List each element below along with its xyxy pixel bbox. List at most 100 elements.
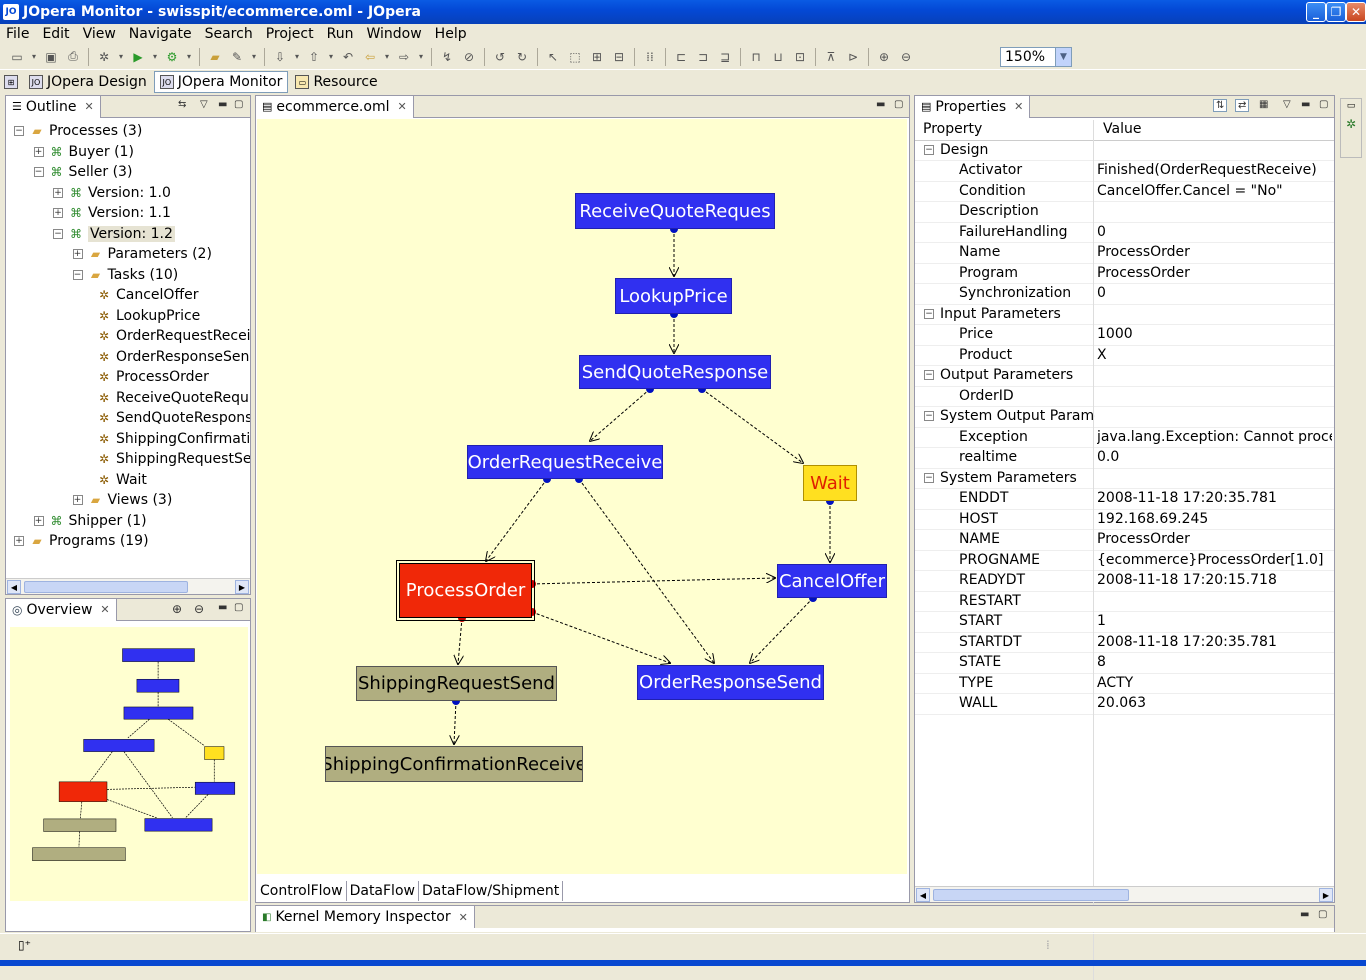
maximize-view-icon[interactable]: ▢	[894, 99, 903, 110]
zoom-in-icon[interactable]: ⊕	[172, 602, 182, 616]
property-row[interactable]: READYDT 2008-11-18 17:20:15.718	[915, 571, 1334, 592]
close-icon[interactable]: ✕	[397, 100, 406, 113]
next-annotation-icon[interactable]: ⇩	[271, 48, 289, 66]
property-value[interactable]: 2008-11-18 17:20:35.781	[1097, 490, 1332, 506]
back-icon[interactable]: ⇦	[361, 48, 379, 66]
property-value[interactable]: ProcessOrder	[1097, 531, 1332, 547]
connect-icon[interactable]: ⊞	[588, 48, 606, 66]
expand-icon[interactable]: +	[33, 515, 44, 526]
property-row[interactable]: realtime 0.0	[915, 448, 1334, 469]
collapse-icon[interactable]: −	[924, 308, 934, 319]
zoom-out-icon[interactable]: ⊖	[194, 602, 204, 616]
expand-icon[interactable]: +	[72, 249, 83, 259]
property-value[interactable]: 0	[1097, 224, 1332, 240]
tree-item[interactable]: ✲ CancelOffer	[92, 285, 199, 305]
collapse-icon[interactable]: −	[924, 370, 934, 380]
property-value[interactable]: ProcessOrder	[1097, 265, 1332, 281]
align-bottom-icon[interactable]: ⊡	[791, 48, 809, 66]
property-row[interactable]: START 1	[915, 612, 1334, 633]
edge-orr-ors[interactable]	[578, 478, 714, 663]
debug-icon[interactable]: ✲	[95, 48, 113, 66]
property-row[interactable]: Description	[915, 202, 1334, 223]
tree-item[interactable]: − ⌘ Version: 1.2	[53, 224, 175, 244]
zoom-out-icon[interactable]: ⊖	[897, 48, 915, 66]
edge-sqr-wait[interactable]	[701, 388, 803, 463]
sync-icon[interactable]: ⇆	[178, 99, 186, 110]
dropdown-icon[interactable]: ▾	[250, 48, 258, 66]
tree-item[interactable]: + ▰ Parameters (2)	[72, 244, 212, 264]
property-value[interactable]: 0	[1097, 285, 1332, 301]
tab-properties[interactable]: ▤ Properties ✕	[915, 95, 1031, 118]
dropdown-icon[interactable]: ▾	[383, 48, 391, 66]
property-row[interactable]: Condition CancelOffer.Cancel = "No"	[915, 182, 1334, 202]
edge-co-ors[interactable]	[750, 597, 814, 663]
task-node-lp[interactable]: LookupPrice	[615, 278, 732, 314]
expand-icon[interactable]: +	[14, 536, 24, 546]
maximize-icon[interactable]: ❐	[1326, 2, 1346, 22]
property-group[interactable]: − Output Parameters	[915, 366, 1334, 387]
task-node-po[interactable]: ProcessOrder	[396, 560, 535, 621]
minimize-view-icon[interactable]: ▬	[218, 99, 227, 110]
tree-item[interactable]: + ⌘ Buyer (1)	[33, 142, 134, 162]
tree-item[interactable]: ✲ ReceiveQuoteRequ	[92, 388, 249, 408]
tree-item[interactable]: ✲ ProcessOrder	[92, 367, 209, 387]
scroll-thumb[interactable]	[933, 889, 1129, 901]
task-node-rqr[interactable]: ReceiveQuoteReques	[575, 193, 775, 229]
restore-icon[interactable]: ▭	[1341, 101, 1361, 111]
open-perspective-button[interactable]: ⊞	[0, 71, 22, 93]
property-row[interactable]: Exception java.lang.Exception: Cannot pro…	[915, 428, 1334, 448]
dropdown-icon[interactable]: ▾	[30, 48, 38, 66]
pencil-icon[interactable]: ✎	[228, 48, 246, 66]
dropdown-icon[interactable]: ▾	[185, 48, 193, 66]
property-value[interactable]: 8	[1097, 654, 1332, 670]
show-advanced-icon[interactable]: ⇄	[1235, 99, 1250, 112]
menu-project[interactable]: Project	[266, 26, 314, 42]
menu-navigate[interactable]: Navigate	[129, 26, 192, 42]
undo-icon[interactable]: ↺	[491, 48, 509, 66]
stop-icon[interactable]: ⊘	[460, 48, 478, 66]
match-width-icon[interactable]: ⊼	[822, 48, 840, 66]
property-row[interactable]: Activator Finished(OrderRequestReceive)	[915, 161, 1334, 182]
print-icon[interactable]: ⎙	[64, 48, 82, 66]
property-row[interactable]: STARTDT 2008-11-18 17:20:35.781	[915, 633, 1334, 653]
minimize-icon[interactable]: _	[1306, 2, 1326, 22]
minimize-view-icon[interactable]: ▬	[876, 99, 885, 110]
property-group[interactable]: − Input Parameters	[915, 305, 1334, 325]
task-node-scr[interactable]: ShippingConfirmationReceive	[325, 746, 583, 782]
property-row[interactable]: Product X	[915, 346, 1334, 366]
tab-ecommerce-oml[interactable]: ▤ ecommerce.oml ✕	[256, 95, 414, 118]
fast-view-icon[interactable]: ✲	[1341, 117, 1361, 131]
zoom-combo[interactable]: 150% ▼	[1000, 47, 1072, 67]
dropdown-icon[interactable]: ▾	[117, 48, 125, 66]
collapse-icon[interactable]: −	[72, 269, 83, 280]
close-icon[interactable]: ✕	[1014, 100, 1023, 113]
property-value[interactable]: 1	[1097, 613, 1332, 629]
scroll-left-icon[interactable]: ◀	[7, 580, 21, 594]
minimize-view-icon[interactable]: ▬	[1300, 909, 1309, 920]
collapse-icon[interactable]: −	[14, 126, 24, 136]
dropdown-icon[interactable]: ▾	[417, 48, 425, 66]
property-row[interactable]: RESTART	[915, 592, 1334, 612]
dropdown-icon[interactable]: ▾	[327, 48, 335, 66]
align-top-icon[interactable]: ⊓	[747, 48, 765, 66]
scroll-thumb[interactable]	[24, 581, 188, 593]
task-node-srs[interactable]: ShippingRequestSend	[356, 666, 557, 701]
forward-icon[interactable]: ⇨	[395, 48, 413, 66]
menu-run[interactable]: Run	[327, 26, 354, 42]
tree-item[interactable]: ✲ OrderResponseSen	[92, 347, 249, 367]
property-value[interactable]: 20.063	[1097, 695, 1332, 711]
minimize-view-icon[interactable]: ▬	[218, 602, 227, 613]
tree-item[interactable]: − ▰ Processes (3)	[14, 121, 142, 141]
maximize-view-icon[interactable]: ▢	[234, 602, 243, 613]
scroll-right-icon[interactable]: ▶	[1319, 888, 1333, 902]
open-folder-icon[interactable]: ▰	[206, 48, 224, 66]
redo-icon[interactable]: ↻	[513, 48, 531, 66]
column-header-value[interactable]: Value	[1103, 121, 1332, 137]
task-node-wait[interactable]: Wait	[803, 465, 857, 501]
property-group[interactable]: − Design	[915, 141, 1334, 161]
property-row[interactable]: WALL 20.063	[915, 694, 1334, 715]
property-group[interactable]: − System Output Paramet	[915, 407, 1334, 428]
edge-srs-scr[interactable]	[454, 700, 456, 744]
perspective-jopera-monitor[interactable]: JO JOpera Monitor	[153, 71, 289, 93]
property-value[interactable]: CancelOffer.Cancel = "No"	[1097, 183, 1332, 199]
